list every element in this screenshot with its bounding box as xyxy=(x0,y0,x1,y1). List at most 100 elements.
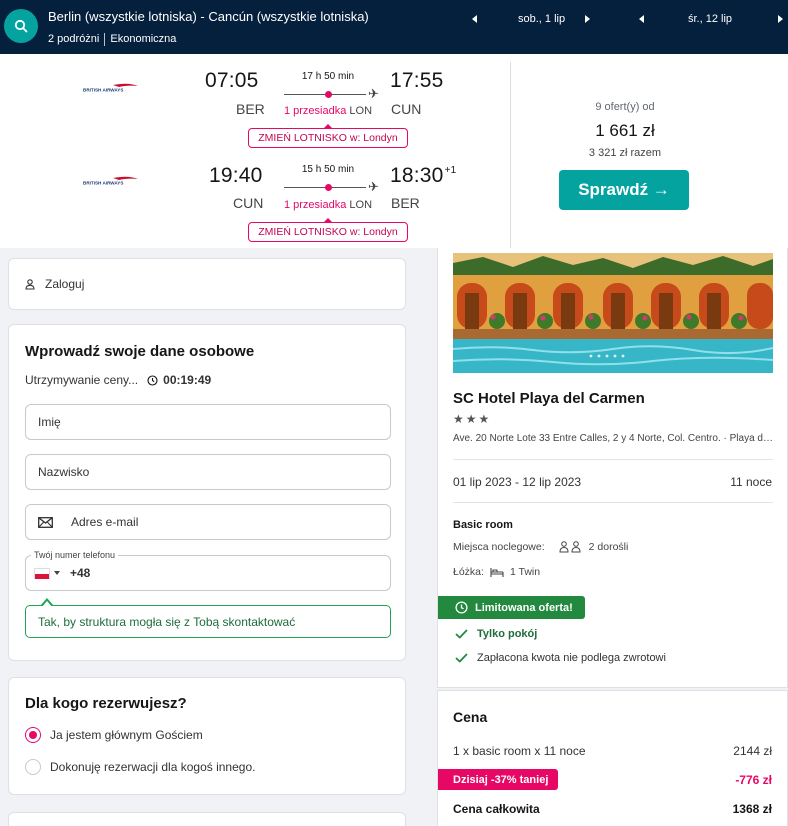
outbound-arrival-airport: CUN xyxy=(391,101,422,117)
next-date-arrow-icon[interactable] xyxy=(778,15,783,23)
check-icon xyxy=(455,629,468,639)
country-dropdown-caret-icon[interactable] xyxy=(54,571,60,575)
divider xyxy=(510,62,511,248)
outbound-duration: 17 h 50 min xyxy=(301,71,355,82)
room-sleeps: Miejsca noclegowe: 2 dorośli xyxy=(453,541,629,553)
hotel-name: SC Hotel Playa del Carmen xyxy=(453,390,645,407)
radio-main-guest[interactable]: Ja jestem głównym Gościem xyxy=(25,727,203,743)
british-airways-logo-icon: BRITISH AIRWAYS xyxy=(83,83,138,93)
svg-text:BRITISH AIRWAYS: BRITISH AIRWAYS xyxy=(83,88,123,93)
email-input[interactable]: Adres e-mail xyxy=(25,504,391,540)
total-price-value: 1368 zł xyxy=(732,802,772,816)
return-date[interactable]: śr., 12 lip xyxy=(688,13,768,25)
inbound-departure-airport: CUN xyxy=(233,195,264,211)
non-refundable-feature: Zapłacona kwota nie podlega zwrotowi xyxy=(455,652,666,664)
booking-for-card: Dla kogo rezerwujesz? Ja jestem głównym … xyxy=(8,677,406,795)
discount-value: -776 zł xyxy=(735,773,772,787)
plane-icon: ✈ xyxy=(368,179,379,194)
divider xyxy=(453,502,773,503)
prev-date-arrow-icon[interactable] xyxy=(472,15,477,23)
search-button[interactable] xyxy=(4,9,38,43)
inbound-duration: 15 h 50 min xyxy=(301,164,355,175)
stop-dot-icon xyxy=(325,184,332,191)
countdown-timer: 00:19:49 xyxy=(147,373,211,387)
last-name-input[interactable]: Nazwisko xyxy=(25,454,391,490)
return-date-nav: śr., 12 lip xyxy=(639,12,783,26)
search-icon xyxy=(14,19,28,33)
personal-details-title: Wprowadź swoje dane osobowe xyxy=(25,343,255,360)
offers-count: 9 ofert(y) od xyxy=(595,101,655,113)
hotel-summary-card: SC Hotel Playa del Carmen ★★★ Ave. 20 No… xyxy=(437,248,788,688)
phone-input[interactable]: +48 xyxy=(25,555,391,591)
stop-dot-icon xyxy=(325,91,332,98)
room-price-label: 1 x basic room x 11 nocе xyxy=(453,744,586,758)
stay-dates: 01 lip 2023 - 12 lip 2023 xyxy=(453,475,582,489)
clock-icon xyxy=(455,601,468,614)
total-price-label: Cena całkowita xyxy=(453,802,540,816)
radio-someone-else[interactable]: Dokonuję rezerwacji dla kogoś innego. xyxy=(25,759,255,775)
hotel-photo-illustration xyxy=(453,253,773,373)
outbound-arrival-time: 17:55 xyxy=(390,69,444,92)
travelers-text: 2 podróżni xyxy=(48,33,100,45)
flight-total-price: 3 321 zł razem xyxy=(588,147,662,159)
bed-icon xyxy=(490,567,504,578)
room-beds: Łóżka: 1 Twin xyxy=(453,566,541,578)
day-offset: +1 xyxy=(444,165,457,176)
hotel-address: Ave. 20 Norte Lote 33 Entre Calles, 2 y … xyxy=(453,433,775,444)
room-type: Basic room xyxy=(453,519,513,531)
inbound-departure-time: 19:40 xyxy=(209,164,263,187)
hotel-photo[interactable] xyxy=(453,253,773,373)
stay-nights: 11 noce xyxy=(730,475,772,489)
email-placeholder: Adres e-mail xyxy=(71,515,139,529)
inbound-arrival-airport: BER xyxy=(391,195,420,211)
next-section-card xyxy=(8,812,406,826)
room-only-feature: Tylko pokój xyxy=(455,628,537,640)
outbound-departure-time: 07:05 xyxy=(205,69,259,92)
price-title: Cena xyxy=(453,709,488,725)
next-date-arrow-icon[interactable] xyxy=(585,15,590,23)
search-summary-bar: Berlin (wszystkie lotniska) - Cancún (ws… xyxy=(0,0,788,54)
phone-tooltip: Tak, by struktura mogła się z Tobą skont… xyxy=(25,598,391,638)
flight-price: 1 661 zł xyxy=(595,121,655,140)
outbound-route-line: ✈ xyxy=(284,86,384,101)
radio-unselected-icon[interactable] xyxy=(25,759,41,775)
inbound-route-line: ✈ xyxy=(284,179,384,194)
prev-date-arrow-icon[interactable] xyxy=(639,15,644,23)
room-price-value: 2144 zł xyxy=(733,744,772,758)
check-icon xyxy=(455,653,468,663)
outbound-departure-airport: BER xyxy=(236,101,265,117)
route-text[interactable]: Berlin (wszystkie lotniska) - Cancún (ws… xyxy=(48,9,369,24)
cabin-text: Ekonomiczna xyxy=(110,33,177,45)
user-icon xyxy=(25,278,35,290)
svg-text:BRITISH AIRWAYS: BRITISH AIRWAYS xyxy=(83,181,123,186)
radio-label: Dokonuję rezerwacji dla kogoś innego. xyxy=(50,760,256,774)
poland-flag-icon[interactable] xyxy=(34,567,50,579)
flight-card[interactable]: BRITISH AIRWAYS 07:05 17:55 BER CUN 17 h… xyxy=(0,54,788,248)
personal-details-card: Wprowadź swoje dane osobowe Utrzymywanie… xyxy=(8,324,406,661)
price-hold-text: Utrzymywanie ceny... xyxy=(25,373,139,387)
first-name-input[interactable]: Imię xyxy=(25,404,391,440)
price-hold: Utrzymywanie ceny... 00:19:49 xyxy=(25,373,211,387)
guests-icon xyxy=(559,541,583,553)
british-airways-logo-icon: BRITISH AIRWAYS xyxy=(83,176,138,186)
login-label[interactable]: Zaloguj xyxy=(45,277,84,291)
phone-prefix: +48 xyxy=(70,566,91,580)
envelope-icon xyxy=(38,516,53,528)
depart-date[interactable]: sob., 1 lip xyxy=(518,13,578,25)
clock-icon xyxy=(147,374,158,386)
plane-icon: ✈ xyxy=(368,86,379,101)
radio-label: Ja jestem głównym Gościem xyxy=(50,728,203,742)
price-breakdown-card: Cena 1 x basic room x 11 nocе 2144 zł Dz… xyxy=(437,690,788,826)
check-flight-button[interactable]: Sprawdź → xyxy=(559,170,689,210)
trip-details[interactable]: 2 podróżni Ekonomiczna xyxy=(48,33,176,46)
inbound-stops: 1 przesiadka LON xyxy=(283,199,373,211)
discount-badge: Dzisiaj -37% taniej xyxy=(438,769,558,790)
hotel-stars: ★★★ xyxy=(453,412,492,426)
outbound-airport-change-badge: ZMIEŃ LOTNISKO w: Londyn xyxy=(248,124,408,148)
inbound-airport-change-badge: ZMIEŃ LOTNISKO w: Londyn xyxy=(248,218,408,242)
depart-date-nav: sob., 1 lip xyxy=(472,12,590,26)
login-card[interactable]: Zaloguj xyxy=(8,258,406,310)
radio-selected-icon[interactable] xyxy=(25,727,41,743)
inbound-arrival-time: 18:30+1 xyxy=(390,164,457,187)
booking-for-title: Dla kogo rezerwujesz? xyxy=(25,695,187,712)
